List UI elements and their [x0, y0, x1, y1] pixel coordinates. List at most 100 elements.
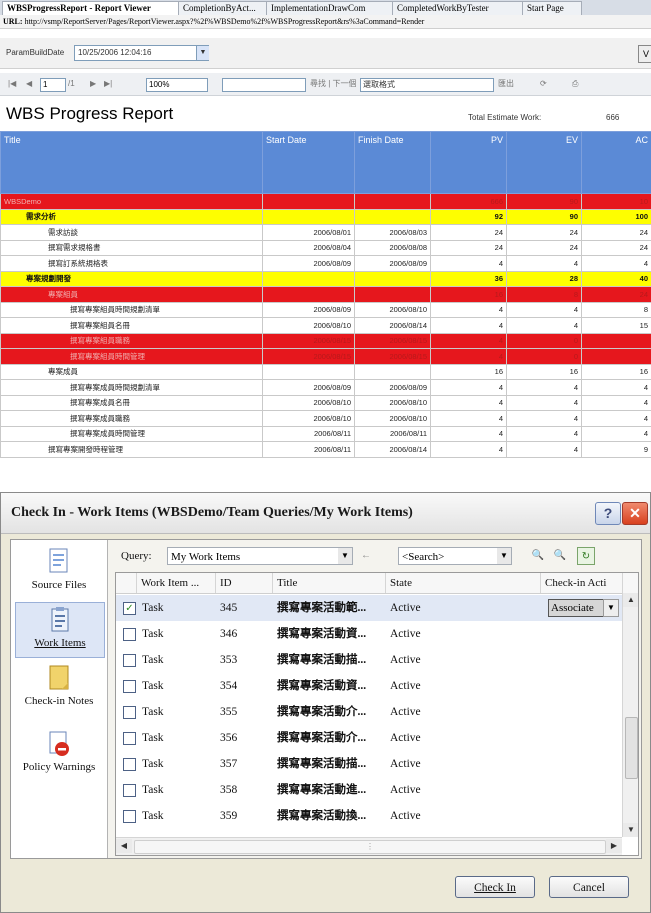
finish-date-cell: 2006/08/10 [354, 394, 431, 411]
col-work-item-type[interactable]: Work Item ... [137, 573, 216, 593]
chevron-down-icon[interactable]: ▼ [603, 599, 619, 617]
work-item-row[interactable]: Task 353 撰寫專案活動描... Active [116, 647, 622, 673]
ev-cell: 4 [506, 394, 582, 411]
title-cell: 撰寫專案成員職務 [0, 410, 263, 427]
work-item-checkbox[interactable] [123, 758, 136, 771]
horizontal-scroll-thumb[interactable]: ⋮ [134, 840, 606, 854]
work-item-checkbox[interactable] [123, 706, 136, 719]
back-icon[interactable]: ← [357, 547, 375, 565]
work-item-checkbox[interactable]: ✓ [123, 602, 136, 615]
work-item-title-cell: 撰寫專案活動進... [277, 784, 367, 796]
first-page-icon[interactable]: |◀ [8, 78, 16, 90]
refresh-icon[interactable]: ⟳ [540, 78, 547, 90]
col-id[interactable]: ID [216, 573, 273, 593]
check-in-action-select[interactable]: Associate [548, 599, 604, 617]
work-item-row[interactable]: Task 357 撰寫專案活動描... Active [116, 751, 622, 777]
pv-cell: 4 [430, 301, 507, 318]
refresh-icon[interactable]: ↻ [577, 547, 595, 565]
find-icon[interactable]: 🔍 [529, 547, 547, 565]
export-link[interactable]: 匯出 [498, 78, 514, 90]
finish-date-cell: 2006/08/09 [354, 255, 431, 272]
col-title[interactable]: Title [273, 573, 386, 593]
col-state[interactable]: State [386, 573, 541, 593]
url-value[interactable]: http://vsmp/ReportServer/Pages/ReportVie… [25, 17, 425, 26]
pv-cell: 4 [430, 425, 507, 442]
prev-page-icon[interactable]: ◀ [26, 78, 32, 90]
zoom-select[interactable]: 100% [146, 78, 208, 92]
work-items-grid: Work Item ... ID Title State Check-in Ac… [115, 572, 639, 856]
sidebar-item-check-in-notes[interactable]: Check-in Notes [15, 664, 103, 722]
chevron-down-icon[interactable]: ▼ [338, 548, 352, 564]
ev-cell: 24 [506, 224, 582, 241]
start-date-cell: 2006/08/10 [262, 317, 355, 334]
find-next-icon[interactable]: 🔍 [551, 547, 569, 565]
tab-completed-work-by-tester[interactable]: CompletedWorkByTester [392, 1, 524, 15]
chevron-down-icon[interactable]: ▼ [497, 548, 511, 564]
view-report-button[interactable]: V [638, 45, 651, 63]
source-files-icon [46, 548, 72, 576]
pv-cell: 4 [430, 255, 507, 272]
tab-completion-by-act[interactable]: CompletionByAct... [178, 1, 268, 15]
check-in-button[interactable]: Check In [455, 876, 535, 898]
work-item-row[interactable]: Task 359 撰寫專案活動換... Active [116, 803, 622, 829]
work-item-id-cell: 345 [220, 602, 238, 614]
query-select[interactable]: My Work Items ▼ [167, 547, 353, 565]
chevron-down-icon[interactable]: ▼ [196, 46, 209, 60]
ev-cell: 0 [506, 348, 582, 365]
print-icon[interactable]: ⎙ [572, 78, 578, 90]
help-button[interactable]: ? [595, 502, 621, 525]
sidebar-item-policy-warnings[interactable]: Policy Warnings [15, 730, 103, 790]
pv-cell: 666 [430, 193, 507, 210]
tab-implementation-draw[interactable]: ImplementationDrawCom [266, 1, 394, 15]
work-item-checkbox[interactable] [123, 680, 136, 693]
work-item-checkbox[interactable] [123, 654, 136, 667]
col-start-date-header: Start Date [262, 131, 355, 194]
ev-cell: 4 [506, 379, 582, 396]
tab-start-page[interactable]: Start Page [522, 1, 582, 15]
work-item-row[interactable]: ✓ Task 345 撰寫專案活動範... Active Associate ▼ [116, 595, 622, 621]
work-item-title-cell: 撰寫專案活動描... [277, 654, 367, 666]
work-item-row[interactable]: Task 358 撰寫專案活動進... Active [116, 777, 622, 803]
ev-cell: 4 [506, 317, 582, 334]
work-item-checkbox[interactable] [123, 628, 136, 641]
page-number-input[interactable]: 1 [40, 78, 66, 92]
start-date-cell: 2006/08/09 [262, 255, 355, 272]
scroll-up-icon[interactable]: ▲ [623, 593, 638, 607]
work-item-row[interactable]: Task 346 撰寫專案活動資... Active [116, 621, 622, 647]
title-cell: 撰寫專案組員時間管理 [0, 348, 263, 365]
next-page-icon[interactable]: ▶ [90, 78, 96, 90]
work-item-row[interactable]: Task 354 撰寫專案活動資... Active [116, 673, 622, 699]
work-item-checkbox[interactable] [123, 732, 136, 745]
pv-cell: 36 [430, 270, 507, 287]
start-date-cell [262, 363, 355, 380]
report-row: 撰寫專案組員時間規劃清單 2006/08/09 2006/08/10 4 4 8 [0, 301, 651, 318]
work-item-checkbox[interactable] [123, 784, 136, 797]
start-date-cell: 2006/08/10 [262, 394, 355, 411]
finish-date-cell: 2006/08/09 [354, 379, 431, 396]
scroll-down-icon[interactable]: ▼ [623, 823, 638, 837]
vertical-scrollbar[interactable]: ▲ ▼ [622, 593, 638, 837]
ev-cell: 16 [506, 363, 582, 380]
scroll-left-icon[interactable]: ◀ [116, 839, 132, 853]
search-select[interactable]: <Search> ▼ [398, 547, 512, 565]
vertical-scroll-thumb[interactable] [625, 717, 638, 779]
policy-warnings-icon [46, 730, 72, 758]
find-next-link[interactable]: 尋找 | 下一個 [310, 78, 357, 90]
last-page-icon[interactable]: ▶| [104, 78, 112, 90]
cancel-button[interactable]: Cancel [549, 876, 629, 898]
sidebar-item-source-files[interactable]: Source Files [15, 548, 103, 596]
report-row: 需求分析 92 90 100 [0, 208, 651, 225]
cancel-label: Cancel [573, 882, 605, 894]
col-check-in-action[interactable]: Check-in Acti [541, 573, 623, 593]
work-item-checkbox[interactable] [123, 810, 136, 823]
work-item-row[interactable]: Task 355 撰寫專案活動介... Active [116, 699, 622, 725]
build-date-field[interactable]: 10/25/2006 12:04:16 ▼ [74, 45, 209, 61]
tab-wbs-progress-report[interactable]: WBSProgressReport - Report Viewer [2, 1, 180, 15]
horizontal-scrollbar[interactable]: ◀ ⋮ ▶ [116, 837, 622, 855]
sidebar-item-work-items[interactable]: Work Items [15, 602, 105, 658]
close-button[interactable]: ✕ [622, 502, 648, 525]
work-item-row[interactable]: Task 356 撰寫專案活動介... Active [116, 725, 622, 751]
scroll-right-icon[interactable]: ▶ [606, 839, 622, 853]
export-format-select[interactable]: 選取格式 [360, 78, 494, 92]
find-input[interactable] [222, 78, 306, 92]
